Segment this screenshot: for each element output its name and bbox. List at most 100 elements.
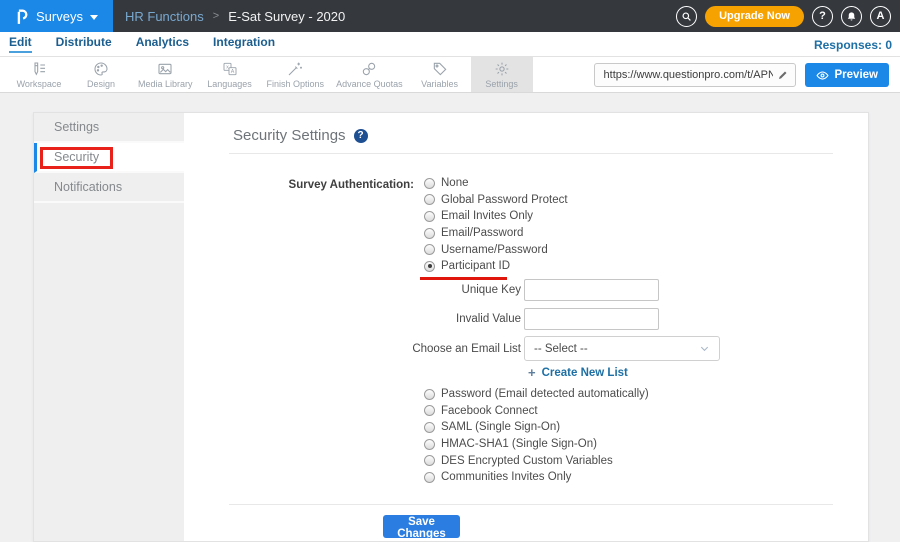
email-list-selected-value: -- Select -- (534, 343, 699, 355)
auth-option-label: SAML (Single Sign-On) (441, 421, 560, 433)
annotation-red-underline (420, 277, 507, 280)
toolbar-item-finish-options[interactable]: Finish Options (261, 57, 331, 92)
auth-option-label: HMAC-SHA1 (Single Sign-On) (441, 438, 597, 450)
preview-button[interactable]: Preview (805, 63, 889, 87)
responses-count: Responses: 0 (814, 32, 892, 57)
email-list-select[interactable]: -- Select -- (524, 336, 720, 361)
radio-icon[interactable] (424, 405, 435, 416)
sidebar-item-label: Security (54, 150, 99, 164)
radio-icon[interactable] (424, 228, 435, 239)
questionpro-logo-icon (15, 7, 29, 26)
unique-key-input[interactable] (524, 279, 659, 301)
edit-pencil-icon[interactable] (777, 69, 789, 81)
auth-option-communities-invites[interactable]: Communities Invites Only (424, 471, 649, 483)
survey-nav: Edit Distribute Analytics Integration Re… (0, 32, 900, 57)
search-button[interactable] (676, 6, 697, 27)
settings-gear-icon (494, 61, 510, 77)
page-title: Security Settings ? (233, 127, 368, 144)
toolbar-item-languages[interactable]: x A Languages (199, 57, 261, 92)
media-library-icon (157, 61, 173, 77)
page-title-text: Security Settings (233, 127, 346, 144)
radio-icon[interactable] (424, 211, 435, 222)
toolbar-item-design[interactable]: Design (70, 57, 132, 92)
upgrade-now-button[interactable]: Upgrade Now (705, 6, 804, 27)
auth-option-password-email[interactable]: Password (Email detected automatically) (424, 388, 649, 400)
sidebar-item-security[interactable]: Security (34, 143, 184, 173)
auth-option-label: Username/Password (441, 244, 548, 256)
topbar-actions: Upgrade Now ? A (676, 0, 891, 32)
toolbar-item-advance-quotas[interactable]: Advance Quotas (330, 57, 409, 92)
toolbar-item-label: Workspace (17, 79, 62, 89)
auth-option-participant-id[interactable]: Participant ID (424, 260, 568, 272)
help-badge-icon[interactable]: ? (354, 129, 368, 143)
radio-icon[interactable] (424, 178, 435, 189)
chevron-down-icon (90, 15, 98, 20)
invalid-value-label: Invalid Value (301, 313, 521, 325)
product-menu[interactable]: Surveys (0, 0, 113, 32)
toolbar-item-settings[interactable]: Settings (471, 57, 533, 92)
toolbar-item-variables[interactable]: Variables (409, 57, 471, 92)
auth-option-des-encrypted[interactable]: DES Encrypted Custom Variables (424, 455, 649, 467)
radio-icon[interactable] (424, 194, 435, 205)
auth-option-label: Facebook Connect (441, 405, 538, 417)
auth-options-top: None Global Password Protect Email Invit… (424, 177, 568, 272)
create-new-list-link[interactable]: + Create New List (528, 367, 628, 379)
auth-option-facebook-connect[interactable]: Facebook Connect (424, 405, 649, 417)
design-palette-icon (93, 61, 109, 77)
finish-options-wand-icon (287, 61, 303, 77)
tab-integration[interactable]: Integration (213, 35, 275, 53)
auth-option-none[interactable]: None (424, 177, 568, 189)
radio-icon[interactable] (424, 439, 435, 450)
breadcrumb-folder[interactable]: HR Functions (125, 9, 204, 24)
top-bar: Surveys HR Functions > E-Sat Survey - 20… (0, 0, 900, 32)
radio-selected-icon[interactable] (424, 261, 435, 272)
radio-icon[interactable] (424, 472, 435, 483)
auth-option-email-invites[interactable]: Email Invites Only (424, 210, 568, 222)
auth-option-username-password[interactable]: Username/Password (424, 244, 568, 256)
product-menu-label: Surveys (36, 9, 83, 24)
breadcrumb-current: E-Sat Survey - 2020 (228, 9, 345, 24)
radio-icon[interactable] (424, 455, 435, 466)
svg-text:A: A (230, 69, 234, 75)
toolbar-right: https://www.questionpro.com/t/APNrFZ Pre… (594, 63, 889, 87)
settings-sidebar: Settings Security Notifications (34, 113, 184, 541)
notifications-button[interactable] (841, 6, 862, 27)
auth-option-email-password[interactable]: Email/Password (424, 227, 568, 239)
help-button[interactable]: ? (812, 6, 833, 27)
languages-icon: x A (222, 61, 238, 77)
survey-url-field[interactable]: https://www.questionpro.com/t/APNrFZ (594, 63, 796, 87)
bottom-divider (229, 504, 833, 505)
preview-label: Preview (835, 69, 878, 81)
sidebar-item-notifications[interactable]: Notifications (34, 173, 184, 203)
avatar[interactable]: A (870, 6, 891, 27)
radio-icon[interactable] (424, 422, 435, 433)
save-changes-button[interactable]: Save Changes (383, 515, 460, 538)
advance-quotas-links-icon (361, 61, 377, 77)
auth-option-label: DES Encrypted Custom Variables (441, 455, 613, 467)
eye-icon (816, 69, 829, 82)
toolbar-item-label: Advance Quotas (336, 79, 403, 89)
radio-icon[interactable] (424, 389, 435, 400)
toolbar-item-media-library[interactable]: Media Library (132, 57, 199, 92)
bell-icon (846, 11, 857, 22)
invalid-value-input[interactable] (524, 308, 659, 330)
survey-url-text: https://www.questionpro.com/t/APNrFZ (604, 69, 773, 81)
chevron-down-icon (699, 343, 710, 354)
tab-distribute[interactable]: Distribute (56, 35, 112, 53)
tab-analytics[interactable]: Analytics (136, 35, 189, 53)
settings-card: Settings Security Notifications Security… (33, 112, 869, 542)
auth-option-saml[interactable]: SAML (Single Sign-On) (424, 421, 649, 433)
radio-icon[interactable] (424, 244, 435, 255)
sidebar-item-settings[interactable]: Settings (34, 113, 184, 143)
auth-option-global-password[interactable]: Global Password Protect (424, 194, 568, 206)
tab-edit[interactable]: Edit (9, 35, 32, 53)
auth-option-label: Communities Invites Only (441, 471, 571, 483)
edit-toolbar: Workspace Design Media Library x A Langu… (0, 57, 900, 93)
email-list-label: Choose an Email List (301, 343, 521, 355)
auth-option-hmac-sha1[interactable]: HMAC-SHA1 (Single Sign-On) (424, 438, 649, 450)
toolbar-item-workspace[interactable]: Workspace (8, 57, 70, 92)
auth-option-label: Password (Email detected automatically) (441, 388, 649, 400)
auth-options-bottom: Password (Email detected automatically) … (424, 388, 649, 483)
svg-text:x: x (226, 64, 229, 70)
breadcrumb: HR Functions > E-Sat Survey - 2020 (125, 0, 345, 32)
